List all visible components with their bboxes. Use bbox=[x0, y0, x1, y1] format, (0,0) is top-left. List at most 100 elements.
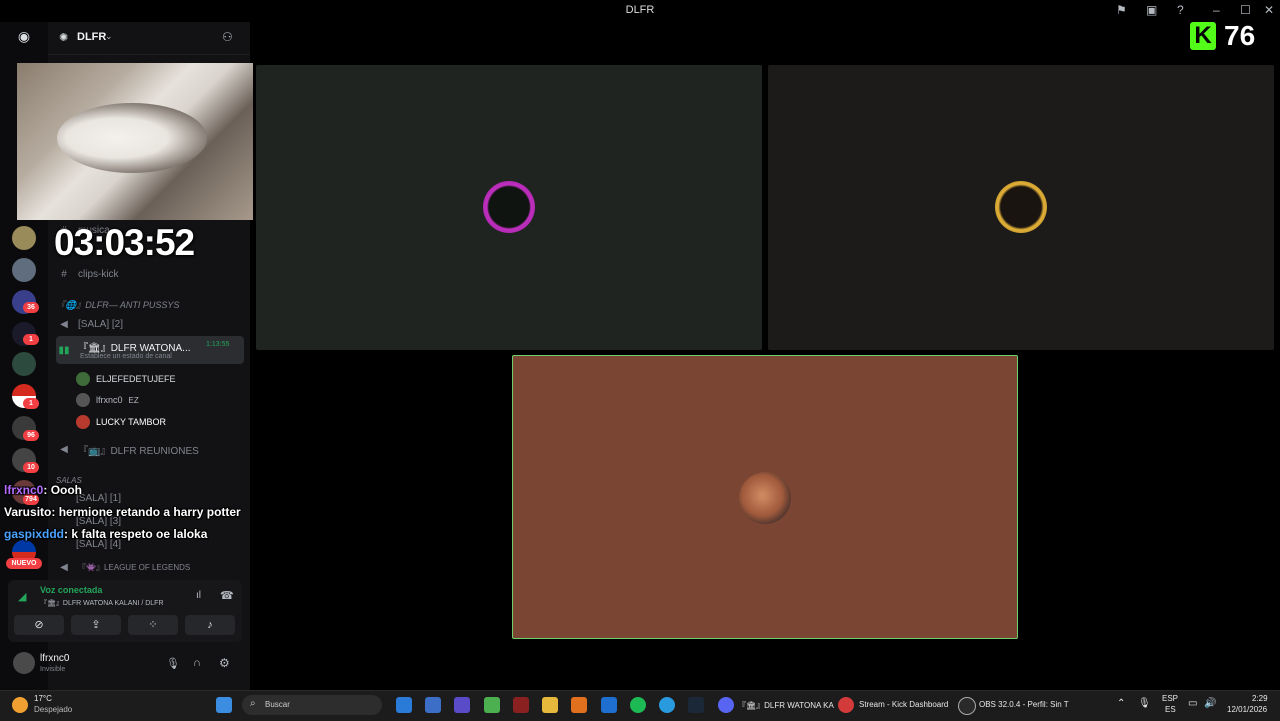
activities-button[interactable]: ⁘ bbox=[128, 615, 178, 635]
windows-start-icon[interactable] bbox=[216, 697, 232, 713]
inbox-icon[interactable]: ⚑ bbox=[1116, 3, 1127, 17]
search-box[interactable]: ⌕ Buscar bbox=[242, 695, 382, 715]
language-indicator[interactable]: ESP bbox=[1162, 694, 1178, 703]
voice-status[interactable]: Voz conectada bbox=[40, 585, 102, 595]
window-icon[interactable]: ▣ bbox=[1146, 3, 1157, 17]
chat-message: lfrxnc0: Oooh bbox=[4, 483, 82, 497]
app-icon[interactable] bbox=[513, 697, 529, 713]
outlook-icon[interactable] bbox=[601, 697, 617, 713]
headphones-icon[interactable]: ∩ bbox=[193, 657, 201, 669]
avatar[interactable] bbox=[13, 652, 35, 674]
clock-time[interactable]: 2:29 bbox=[1252, 694, 1268, 703]
channel-clips-kick[interactable]: # clips-kick bbox=[56, 264, 244, 284]
maximize-button[interactable]: ☐ bbox=[1240, 3, 1251, 17]
viewer-count: 76 bbox=[1224, 20, 1256, 51]
stream-timer: 03:03:52 bbox=[54, 222, 195, 263]
taskbar-app-discord[interactable]: 『🏛』DLFR WATONA KA bbox=[738, 700, 834, 711]
speaker-icon: ◀ bbox=[60, 318, 68, 330]
copilot-icon[interactable] bbox=[396, 697, 412, 713]
help-icon[interactable]: ? bbox=[1177, 3, 1184, 17]
chat-user: lfrxnc0 bbox=[4, 483, 44, 497]
microphone-icon[interactable]: 🎙 bbox=[166, 657, 180, 670]
teams-icon[interactable] bbox=[454, 697, 470, 713]
settings-gear-icon[interactable]: ⚙ bbox=[219, 656, 230, 670]
clock-date[interactable]: 12/01/2026 bbox=[1227, 705, 1267, 714]
notification-badge: 1 bbox=[23, 334, 39, 345]
category-salas[interactable]: SALAS bbox=[56, 470, 244, 490]
member-name: ELJEFEDETUJEFE bbox=[96, 374, 176, 384]
chat-message: Varusito: hermione retando a harry potte… bbox=[4, 505, 241, 519]
weather-icon[interactable] bbox=[12, 697, 28, 713]
chat-text: : Oooh bbox=[43, 483, 83, 497]
noise-suppression-icon[interactable]: ıl bbox=[196, 590, 201, 601]
voice-member[interactable]: ELJEFEDETUJEFE bbox=[76, 370, 176, 388]
avatar bbox=[76, 393, 90, 407]
video-tile-speaking[interactable] bbox=[512, 355, 1018, 639]
cat-shape bbox=[57, 103, 207, 173]
category-anti-pussys[interactable]: 『🌐』DLFR— ANTI PUSSYS bbox=[56, 294, 244, 314]
voice-timer: 1:13:55 bbox=[206, 341, 230, 348]
steam-icon[interactable] bbox=[688, 697, 704, 713]
browser-icon[interactable] bbox=[838, 697, 854, 713]
member-name: lfrxnc0 bbox=[96, 395, 123, 405]
server-icon[interactable] bbox=[12, 226, 36, 250]
kick-logo-icon: K bbox=[1190, 22, 1216, 50]
channel-reuniones[interactable]: ◀ 『📺』DLFR REUNIONES bbox=[56, 439, 244, 459]
obs-icon[interactable] bbox=[958, 697, 976, 715]
nvidia-icon[interactable] bbox=[484, 697, 500, 713]
store-icon[interactable] bbox=[425, 697, 441, 713]
avatar bbox=[483, 181, 535, 233]
voice-member[interactable]: LUCKY TAMBOR bbox=[76, 413, 166, 431]
voice-active-icon: ▮▮ bbox=[58, 344, 70, 356]
disconnect-icon[interactable]: ☎ bbox=[220, 589, 234, 602]
channel-label: 『👾』LEAGUE OF LEGENDS bbox=[78, 562, 191, 572]
spotify-icon[interactable] bbox=[630, 697, 646, 713]
chat-user: gaspixddd bbox=[4, 527, 65, 541]
voice-member[interactable]: lfrxnc0 EZ bbox=[76, 391, 139, 409]
channel-label: 『🏛』DLFR WATONA... bbox=[78, 343, 191, 354]
speaker-icon: ◀ bbox=[60, 443, 68, 455]
server-icon[interactable] bbox=[12, 258, 36, 282]
user-status: Invisible bbox=[40, 666, 66, 673]
discord-icon[interactable] bbox=[718, 697, 734, 713]
signal-icon: ◢ bbox=[18, 591, 27, 603]
channel-active-voice[interactable]: ▮▮ 『🏛』DLFR WATONA... 1:13:55 Establece u… bbox=[56, 336, 244, 364]
network-icon[interactable]: ▭ bbox=[1188, 698, 1197, 709]
discord-home-icon[interactable]: ◉ bbox=[12, 28, 36, 46]
kick-viewer-counter: K 76 bbox=[1190, 20, 1255, 52]
taskbar-app-obs[interactable]: OBS 32.0.4 - Perfil: Sin T bbox=[979, 700, 1069, 709]
volume-icon[interactable]: 🔊 bbox=[1204, 698, 1216, 709]
taskbar-app-kick[interactable]: Stream - Kick Dashboard bbox=[859, 700, 948, 709]
channel-sala-2[interactable]: ◀ [SALA] [2] bbox=[56, 314, 244, 334]
server-header[interactable]: ✺ DLFR ⌄ ⚇ bbox=[48, 22, 250, 55]
edge-icon[interactable] bbox=[659, 697, 675, 713]
channel-status[interactable]: Establece un estado de canal bbox=[80, 353, 172, 360]
video-tile[interactable] bbox=[768, 65, 1274, 350]
search-label: Buscar bbox=[265, 700, 290, 709]
screen-share-button[interactable]: ⇪ bbox=[71, 615, 121, 635]
video-tile[interactable] bbox=[256, 65, 762, 350]
notification-badge: 1 bbox=[23, 398, 39, 409]
server-icon[interactable] bbox=[12, 352, 36, 376]
app-icon[interactable] bbox=[571, 697, 587, 713]
camera-off-button[interactable]: ⊘ bbox=[14, 615, 64, 635]
channel-label: 『📺』DLFR REUNIONES bbox=[78, 445, 199, 457]
voice-channel[interactable]: 『🏛』DLFR WATONA KALANI / DLFR bbox=[40, 598, 164, 608]
notification-badge: 10 bbox=[23, 462, 39, 473]
close-button[interactable]: ✕ bbox=[1264, 3, 1274, 17]
minimize-button[interactable]: – bbox=[1213, 3, 1220, 17]
window-title: DLFR bbox=[625, 4, 655, 16]
soundboard-button[interactable]: ♪ bbox=[185, 615, 235, 635]
server-name: DLFR bbox=[77, 31, 107, 43]
webcam-overlay bbox=[17, 63, 253, 220]
folder-icon[interactable] bbox=[542, 697, 558, 713]
chat-text: : hermione retando a harry potter bbox=[51, 505, 241, 519]
channel-league[interactable]: ◀ 『👾』LEAGUE OF LEGENDS bbox=[56, 557, 244, 577]
language-sub: ES bbox=[1165, 705, 1176, 714]
chevron-up-icon[interactable]: ⌃ bbox=[1117, 698, 1125, 709]
channel-label: [SALA] [1] bbox=[76, 492, 122, 504]
microphone-tray-icon[interactable]: 🎙 bbox=[1138, 698, 1151, 709]
hash-icon: # bbox=[61, 268, 67, 280]
notification-badge: 96 bbox=[23, 430, 39, 441]
invite-people-icon[interactable]: ⚇ bbox=[222, 30, 233, 44]
